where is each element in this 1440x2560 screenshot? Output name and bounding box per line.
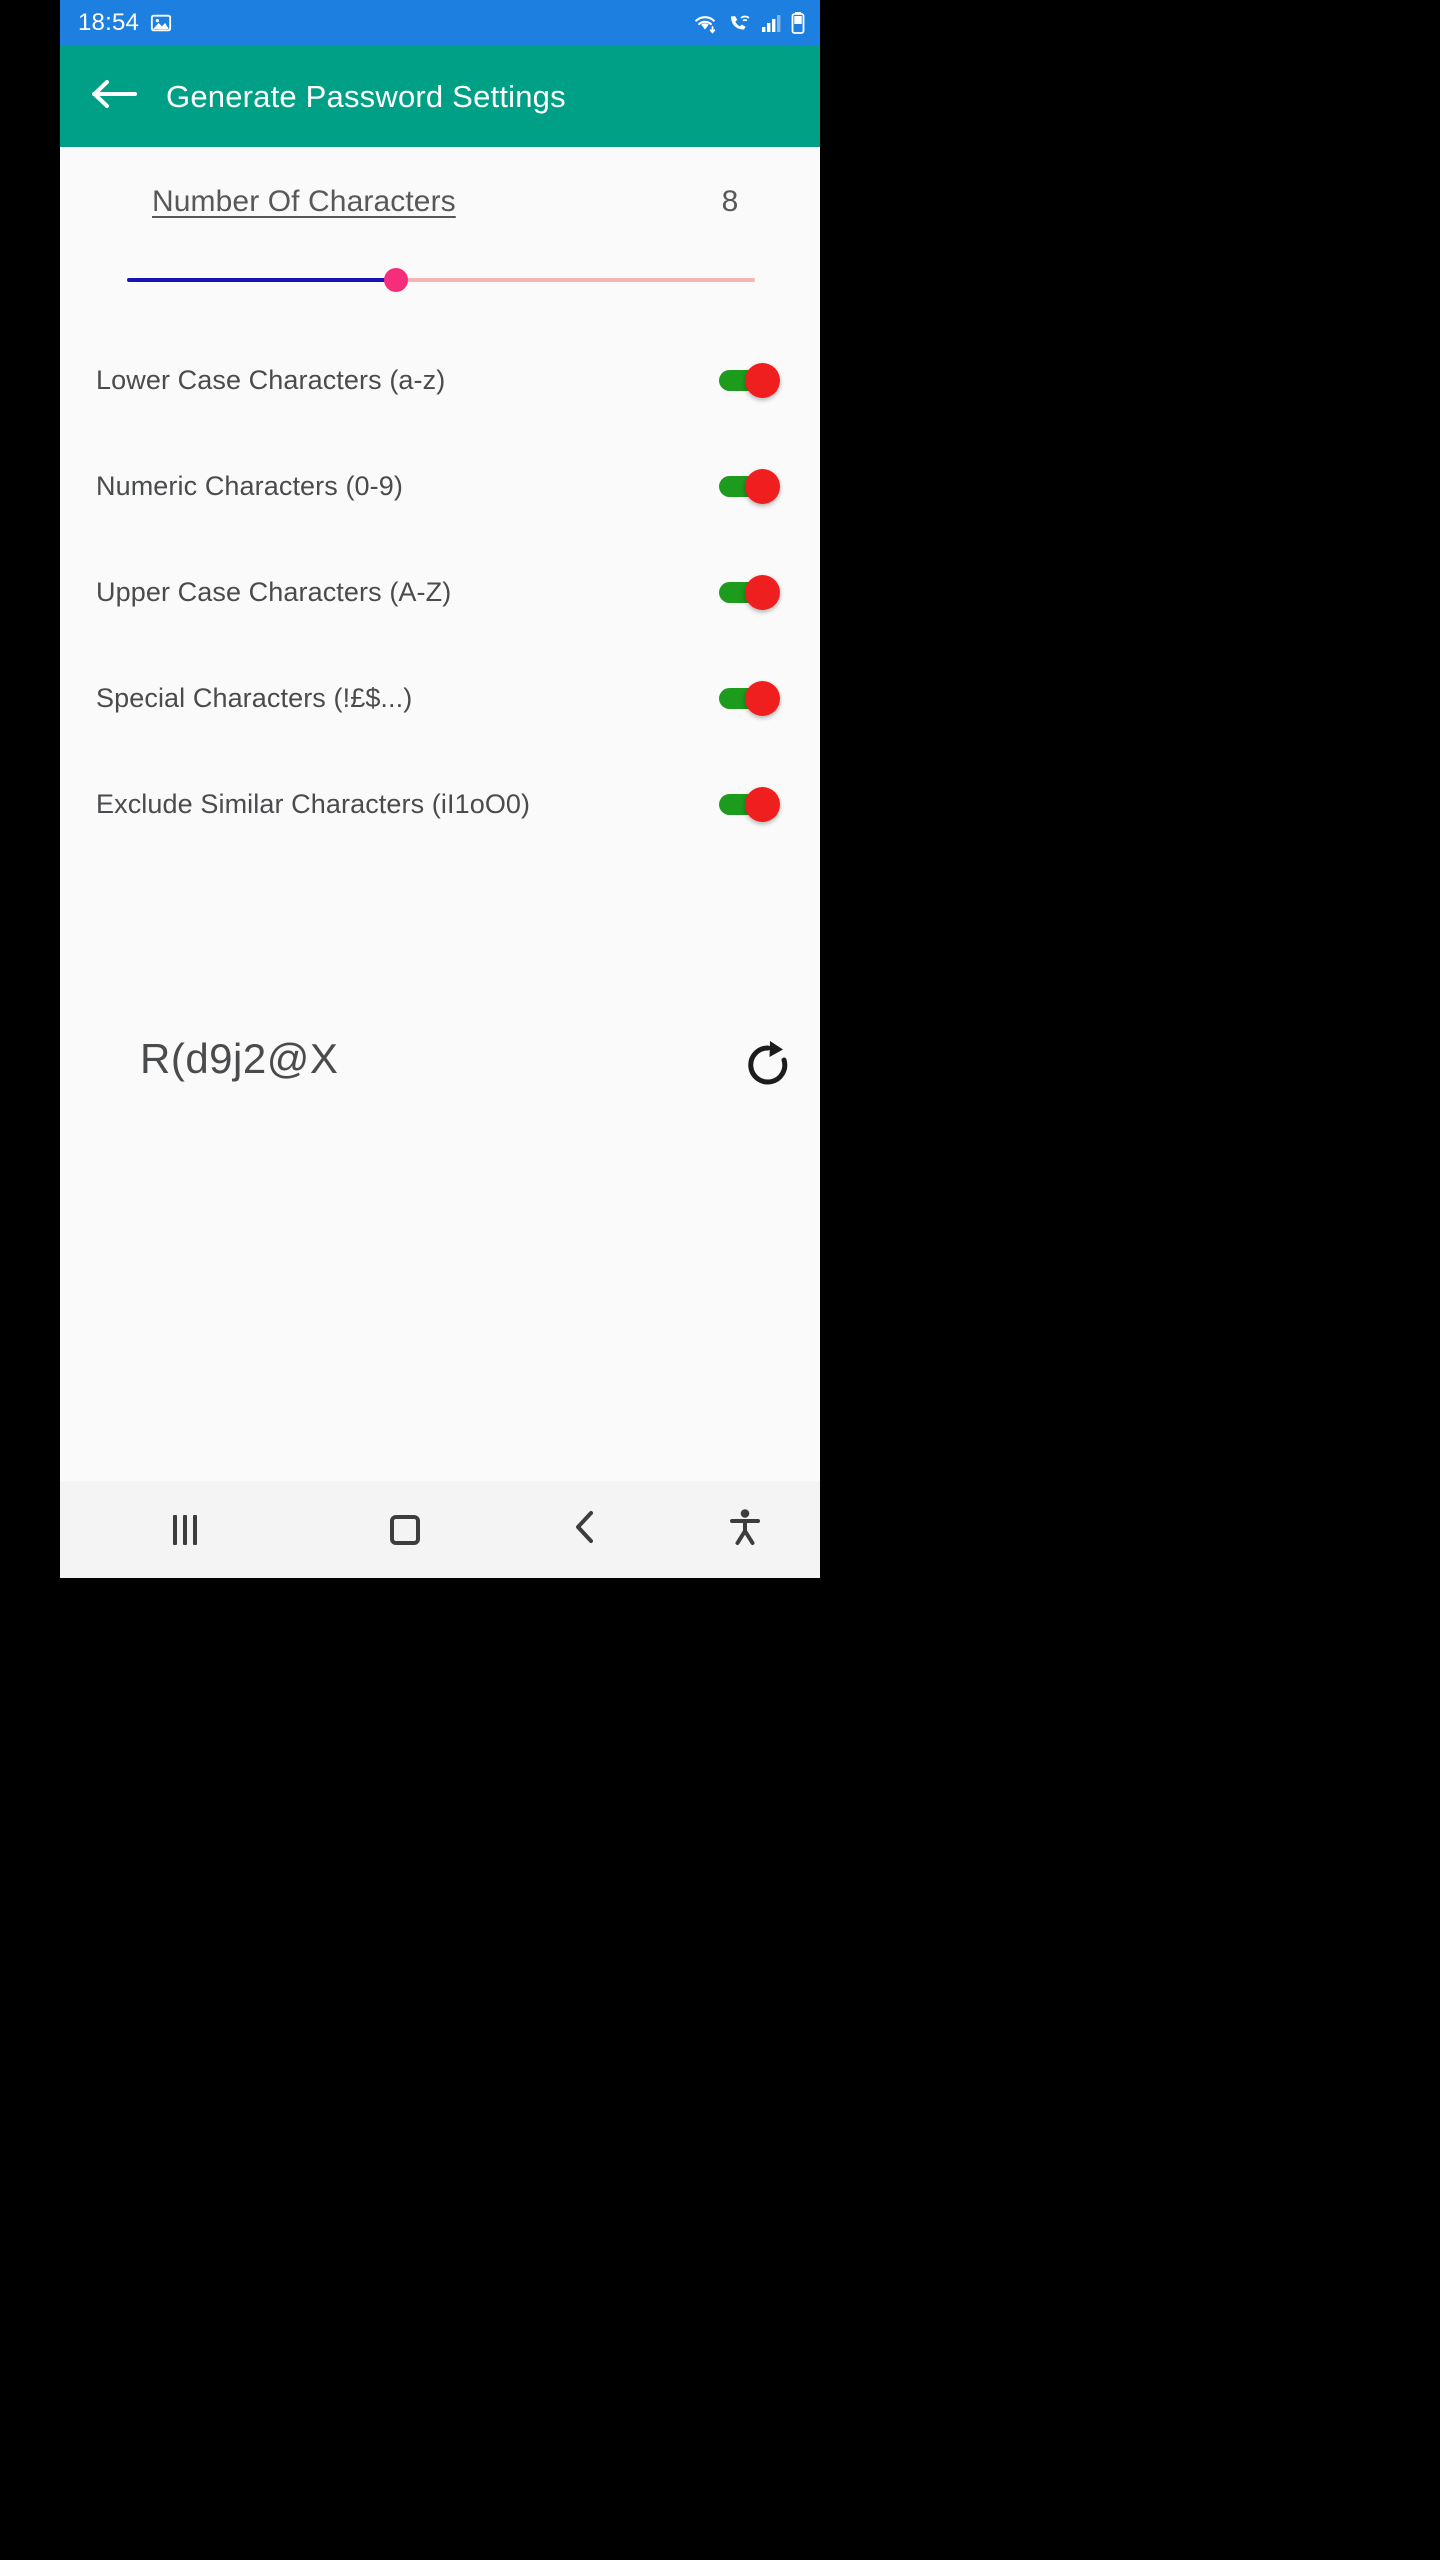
generated-password-row: R(d9j2@X	[60, 1027, 820, 1107]
nav-home-button[interactable]	[310, 1481, 500, 1578]
number-of-characters-row: Number Of Characters 8	[60, 185, 820, 237]
refresh-password-button[interactable]	[736, 1035, 800, 1099]
arrow-left-icon	[91, 77, 139, 116]
page-title: Generate Password Settings	[166, 78, 566, 114]
toggle-lower-case[interactable]	[719, 359, 783, 401]
number-of-characters-slider[interactable]	[126, 260, 756, 300]
settings-content: Number Of Characters 8 Lower Case Charac…	[60, 147, 820, 1481]
home-icon	[390, 1514, 420, 1545]
switch-thumb	[745, 681, 780, 716]
switch-thumb	[745, 363, 780, 398]
refresh-icon	[741, 1038, 795, 1097]
switch-thumb	[745, 575, 780, 610]
status-bar-clock: 18:54	[78, 9, 140, 36]
switch-thumb	[745, 469, 780, 504]
option-row-upper-case: Upper Case Characters (A-Z)	[60, 559, 820, 625]
option-row-lower-case: Lower Case Characters (a-z)	[60, 347, 820, 413]
status-bar-left: 18:54	[78, 9, 172, 37]
slider-thumb[interactable]	[384, 268, 408, 292]
option-label: Numeric Characters (0-9)	[96, 470, 403, 501]
number-of-characters-value: 8	[721, 185, 739, 218]
option-label: Lower Case Characters (a-z)	[96, 364, 446, 395]
option-row-special: Special Characters (!£$...)	[60, 665, 820, 731]
recents-icon	[173, 1514, 197, 1545]
toggle-numeric[interactable]	[719, 465, 783, 507]
option-label: Special Characters (!£$...)	[96, 682, 413, 713]
toggle-exclude-similar[interactable]	[719, 783, 783, 825]
phone-screen: 18:54 Generate Password Settings Number …	[60, 0, 820, 1578]
nav-back-button[interactable]	[500, 1481, 670, 1578]
chevron-left-icon	[572, 1509, 598, 1550]
battery-icon	[790, 11, 806, 35]
wifi-calling-icon	[726, 12, 752, 34]
back-button[interactable]	[84, 66, 146, 128]
slider-track-active	[127, 278, 397, 282]
wifi-icon	[692, 12, 718, 34]
nav-recents-button[interactable]	[60, 1481, 310, 1578]
generated-password-text[interactable]: R(d9j2@X	[140, 1035, 338, 1083]
status-bar: 18:54	[60, 0, 820, 46]
option-row-numeric: Numeric Characters (0-9)	[60, 453, 820, 519]
system-navigation-bar	[60, 1481, 820, 1578]
nav-accessibility-button[interactable]	[670, 1481, 820, 1578]
number-of-characters-label: Number Of Characters	[152, 185, 456, 218]
app-bar: Generate Password Settings	[60, 46, 820, 147]
option-row-exclude-similar: Exclude Similar Characters (iI1oO0)	[60, 771, 820, 837]
toggle-upper-case[interactable]	[719, 571, 783, 613]
status-bar-right	[692, 11, 806, 35]
option-label: Upper Case Characters (A-Z)	[96, 576, 452, 607]
signal-icon	[760, 12, 782, 34]
option-label: Exclude Similar Characters (iI1oO0)	[96, 788, 531, 819]
image-icon	[150, 12, 172, 34]
accessibility-icon	[728, 1508, 762, 1551]
switch-thumb	[745, 787, 780, 822]
toggle-special[interactable]	[719, 677, 783, 719]
